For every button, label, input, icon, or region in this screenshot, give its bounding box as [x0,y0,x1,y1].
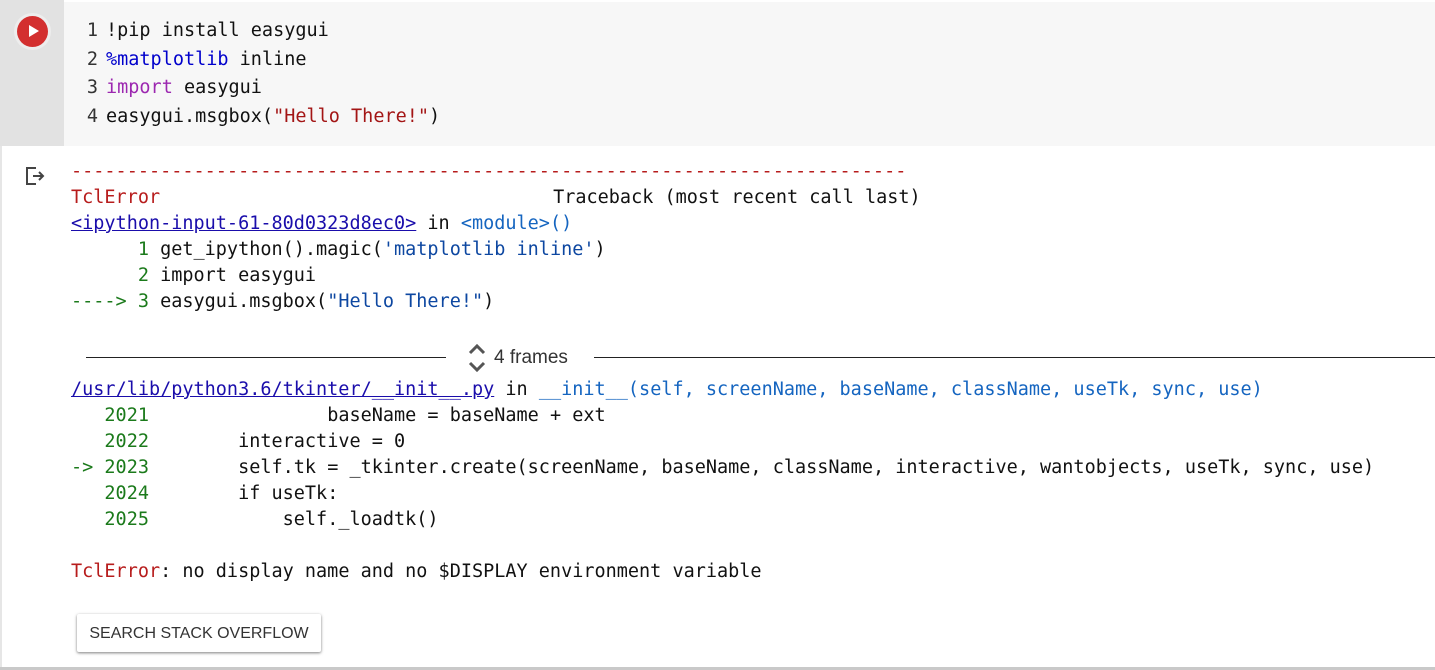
code-editor[interactable]: 1 !pip install easygui 2 %matplotlib inline… [64,2,1435,146]
in-word: in [494,379,539,400]
search-stack-overflow-button[interactable]: SEARCH STACK OVERFLOW [77,614,321,652]
line-arrow [71,483,104,504]
code-token: easygui.msgbox( [106,106,274,128]
cell-output-border [0,146,2,670]
line-number: 3 [137,291,149,313]
traceback-line: -> 2023 self.tk = _tkinter.create(screen… [71,455,1374,481]
ipython-input-link[interactable]: <ipython-input-61-80d0323d8ec0> [71,213,416,234]
play-icon [29,25,39,37]
frames-divider-right [594,357,1435,358]
frame2-location: /usr/lib/python3.6/tkinter/__init__.py i… [71,377,1263,403]
code-text: easygui.msgbox( [160,291,328,313]
code-line: 4 easygui.msgbox("Hello There!") [84,103,440,131]
traceback-line: 2022 interactive = 0 [71,429,405,455]
line-arrow [71,239,138,260]
code-token: ) [429,106,441,128]
line-number: 2 [86,48,98,70]
traceback-line: 2024 if useTk: [71,481,338,507]
string-literal: 'matplotlib inline' [382,239,595,260]
module-name: <module>() [460,213,573,234]
line-arrow [71,265,138,286]
code-line: 2 %matplotlib inline [84,46,307,74]
code-token: inline [228,48,307,70]
code-text: get_ipython().magic( [160,239,383,260]
in-word: in [416,213,461,234]
line-arrow [71,405,104,426]
code-text: baseName = baseName + ext [148,405,606,426]
code-token: !pip install easygui [106,20,329,41]
line-number: 2024 [104,483,149,504]
line-number: 4 [86,106,98,128]
string-literal: "Hello There!" [327,291,484,313]
line-number: 2 [137,265,149,287]
line-number: 1 [137,239,149,260]
traceback-line: 2025 self._loadtk() [71,507,439,533]
traceback-line: 2021 baseName = baseName + ext [71,403,606,429]
code-cell: 1 !pip install easygui 2 %matplotlib inline… [0,0,1435,670]
code-line: 3 import easygui [84,74,262,102]
frames-collapse-row: 4 frames [86,344,1435,372]
line-number: 2023 [104,457,149,478]
traceback-line: 2 import easygui [71,263,316,289]
error-name: TclError [71,187,161,208]
traceback-separator: ----------------------------------------… [71,161,907,182]
tkinter-file-link[interactable]: /usr/lib/python3.6/tkinter/__init__.py [71,379,494,400]
line-number: 2025 [104,509,149,530]
traceback-line: ----> 3 easygui.msgbox("Hello There!") [71,289,494,315]
line-arrow [71,431,104,452]
traceback-title: Traceback (most recent call last) [553,187,921,208]
frames-toggle[interactable]: 4 frames [468,344,568,372]
line-arrow: -> [71,457,105,478]
line-arrow: ----> [71,291,138,313]
line-number: 2021 [104,405,149,426]
final-error-line: TclError: no display name and no $DISPLA… [71,559,762,585]
line-number: 2022 [104,431,149,452]
run-cell-button[interactable] [17,16,48,47]
code-text: interactive = 0 [148,431,406,452]
code-text: self._loadtk() [148,509,439,530]
line-number: 1 [86,20,98,41]
expand-chevrons-icon [468,344,486,372]
frame1-location: <ipython-input-61-80d0323d8ec0> in <modu… [71,211,572,237]
code-line: 1 !pip install easygui [84,17,329,45]
final-error-name: TclError [71,561,161,582]
output-redirect-icon [26,167,45,185]
line-arrow [71,509,104,530]
code-token: import [106,77,173,99]
code-text: self.tk = _tkinter.create(screenName, ba… [148,457,1375,478]
code-text: import easygui [160,265,317,287]
line-number: 3 [86,77,98,99]
code-token: easygui [172,77,262,99]
function-signature: __init__(self, screenName, baseName, cla… [538,379,1263,400]
cell-input: 1 !pip install easygui 2 %matplotlib inline… [0,0,1435,146]
traceback-header: TclError Traceback (most recent call last… [71,185,921,211]
code-end: ) [483,291,495,313]
code-text: if useTk: [148,483,339,504]
traceback-line: 1 get_ipython().magic('matplotlib inline… [71,237,606,263]
code-token: "Hello There!" [273,106,430,128]
final-error-message: : no display name and no $DISPLAY enviro… [160,561,762,582]
frames-divider-left [86,357,446,358]
code-end: ) [594,239,606,260]
frames-label: 4 frames [494,347,568,368]
cell-gutter [0,0,64,146]
code-token: %matplotlib [106,48,229,70]
